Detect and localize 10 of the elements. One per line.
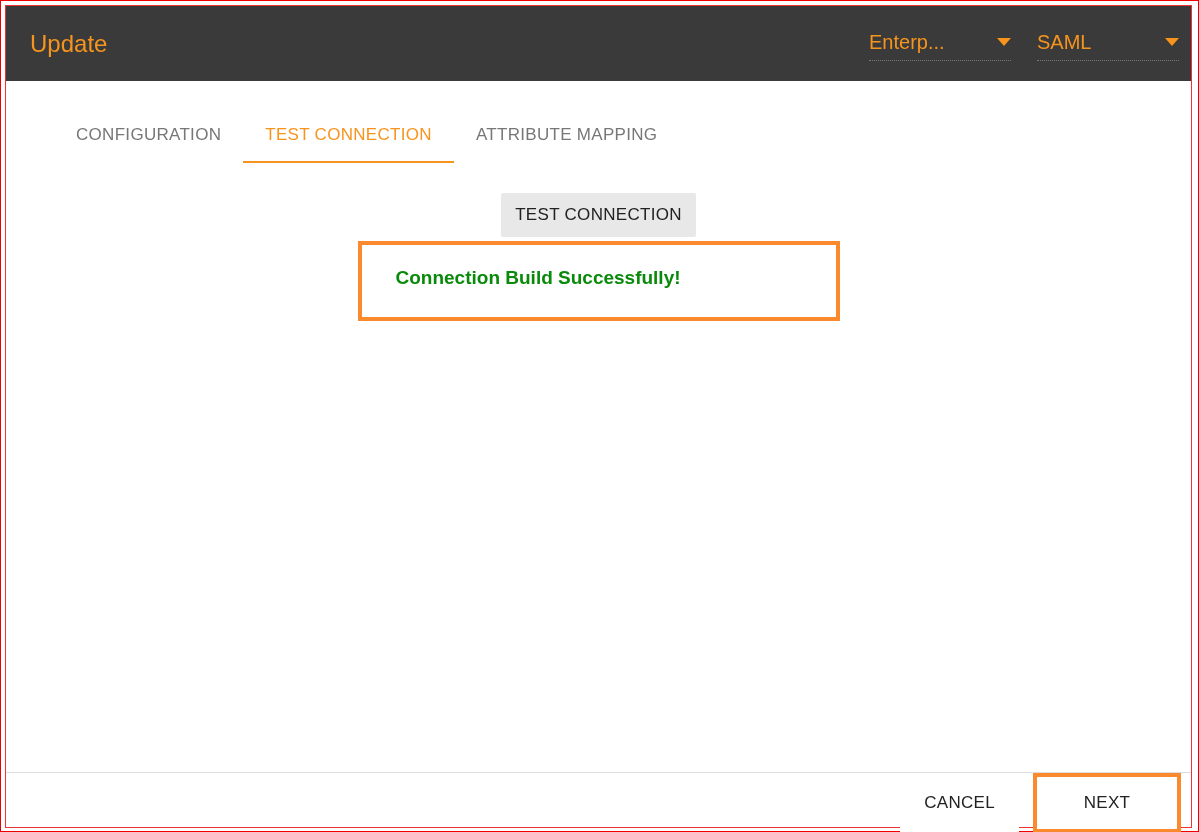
caret-icon bbox=[1165, 38, 1179, 46]
dropdown[interactable]: SAML bbox=[1037, 26, 1179, 61]
test-connection-button[interactable]: TEST CONNECTION bbox=[501, 193, 696, 237]
caret-icon bbox=[997, 38, 1011, 46]
tab[interactable]: CONFIGURATION bbox=[54, 111, 244, 163]
success-message: Connection Build Successfully! bbox=[395, 267, 682, 289]
footer-button[interactable]: NEXT bbox=[1033, 773, 1181, 832]
tab[interactable]: ATTRIBUTE MAPPING bbox=[453, 111, 680, 163]
dropdown[interactable]: Enterp... bbox=[869, 26, 1011, 61]
page-title: Update bbox=[30, 29, 109, 58]
